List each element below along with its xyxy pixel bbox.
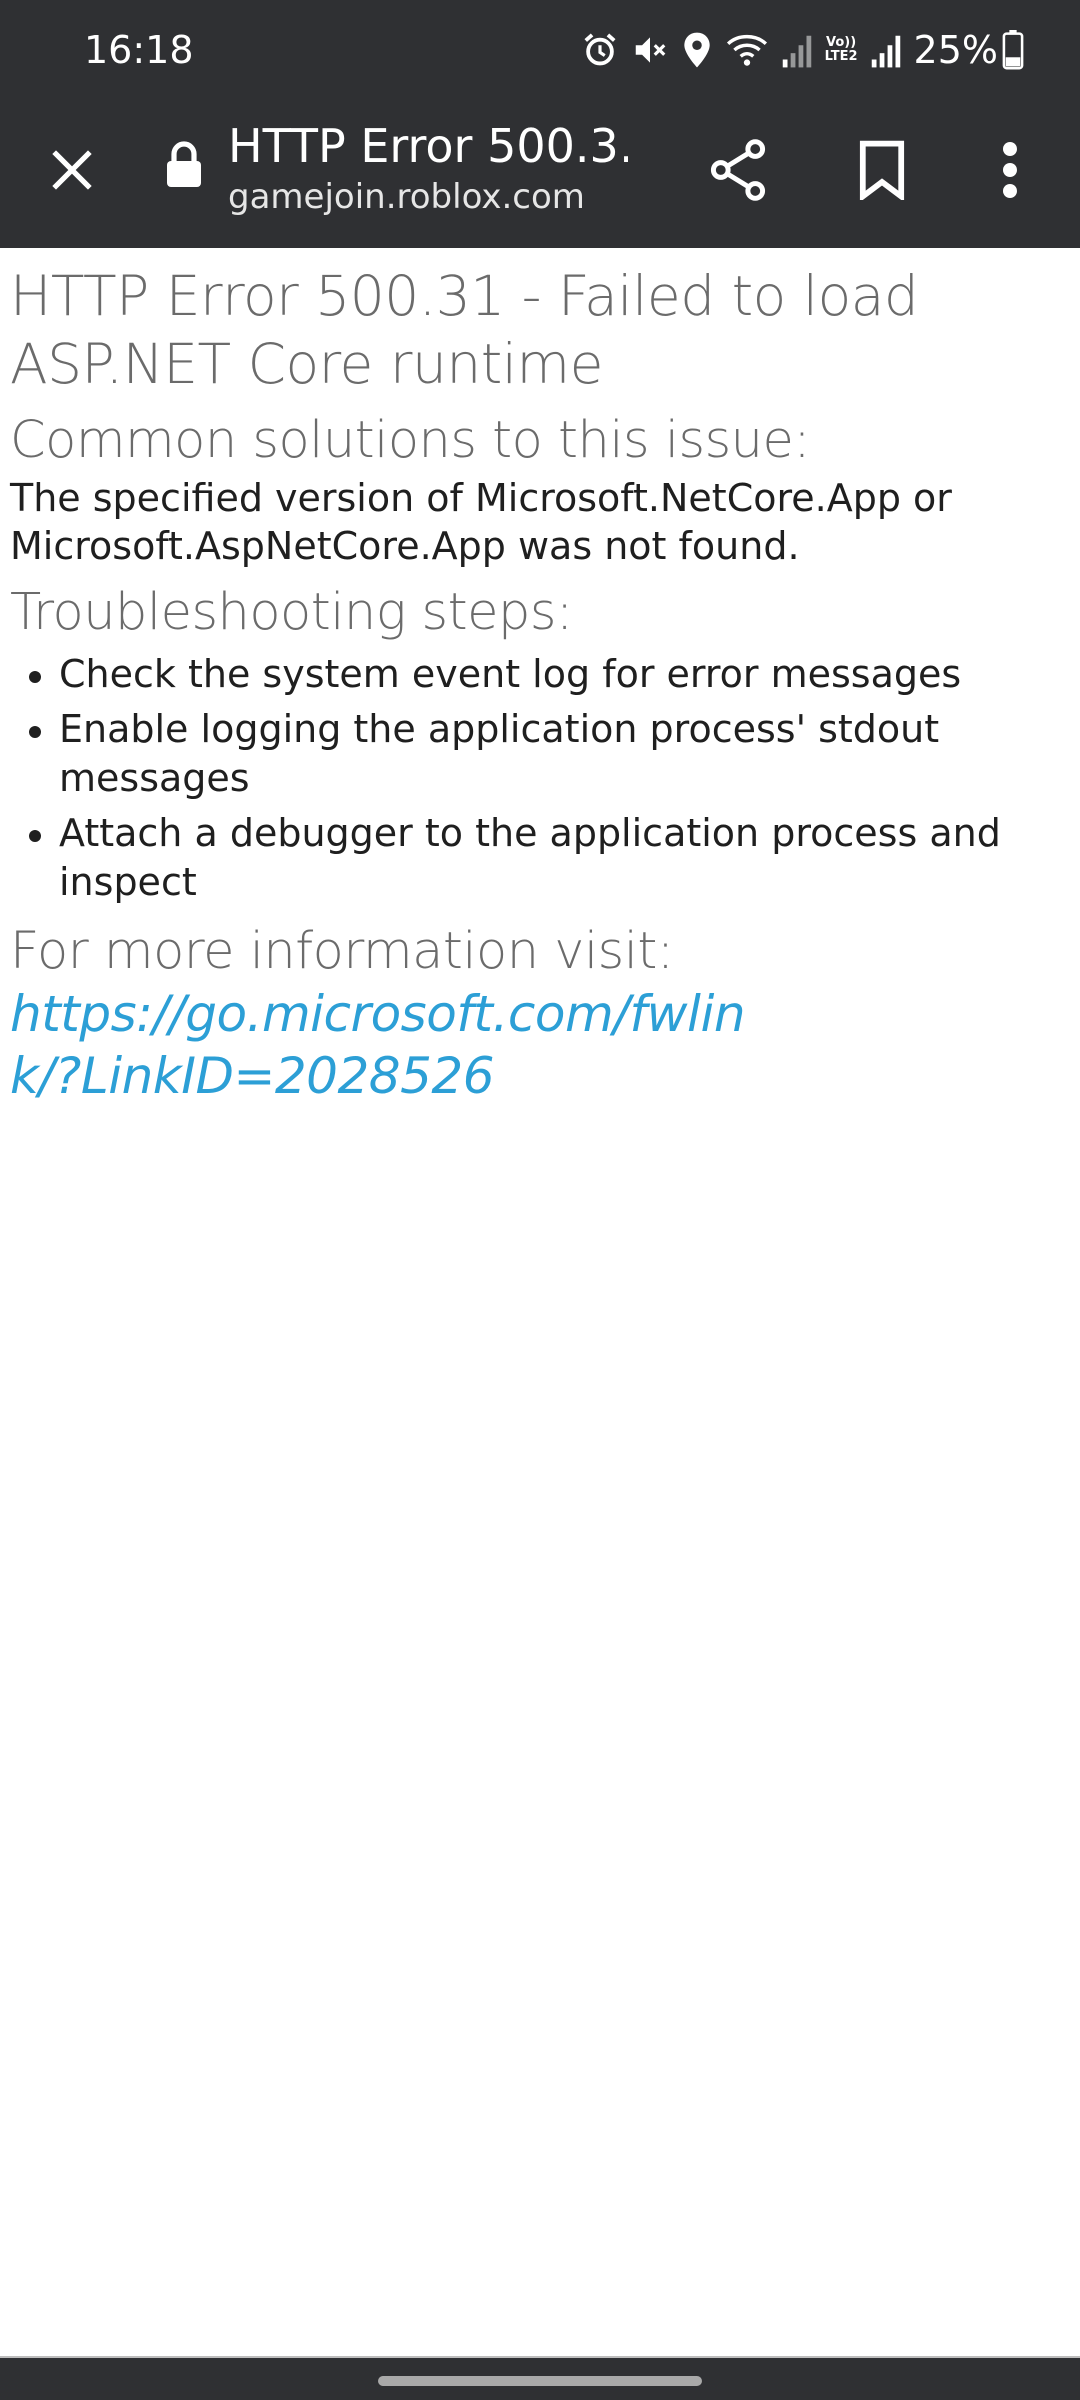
navigation-bar (0, 2356, 1080, 2400)
lock-icon (167, 141, 201, 187)
share-icon (710, 139, 766, 201)
battery-icon (1002, 30, 1024, 70)
alarm-icon (584, 33, 616, 66)
troubleshooting-heading: Troubleshooting steps: (10, 583, 573, 642)
custom-tab-toolbar: HTTP Error 500.3… gamejoin.roblox.com (0, 100, 1080, 248)
share-button[interactable] (700, 130, 776, 210)
status-time: 16:18 (84, 28, 194, 72)
status-icons: Vo)) LTE2 25% (569, 24, 1024, 76)
bookmark-icon (859, 140, 905, 200)
close-icon (52, 150, 92, 190)
page-title[interactable]: HTTP Error 500.3… (228, 114, 628, 178)
location-icon (683, 32, 710, 68)
page-content: HTTP Error 500.31 - Failed to load ASP.N… (10, 250, 1070, 1107)
microsoft-fwlink[interactable]: https://go.microsoft.com/fwlink/?LinkID=… (10, 983, 770, 1107)
more-info-heading: For more information visit: (10, 922, 674, 981)
list-item: Enable logging the application process' … (10, 705, 1070, 803)
close-button[interactable] (36, 134, 108, 206)
battery-percent: 25% (913, 28, 998, 72)
signal-icon (782, 35, 811, 68)
wifi-icon (726, 34, 767, 66)
solutions-heading: Common solutions to this issue: (10, 411, 811, 470)
signal-icon (871, 35, 900, 68)
home-gesture-handle[interactable] (378, 2376, 702, 2386)
solutions-text: The specified version of Microsoft.NetCo… (10, 476, 952, 568)
mute-icon (635, 37, 665, 63)
page-url[interactable]: gamejoin.roblox.com (228, 170, 628, 224)
status-bar: 16:18 Vo)) LTE2 25% (0, 0, 1080, 100)
error-heading: HTTP Error 500.31 - Failed to load ASP.N… (10, 264, 919, 396)
list-item: Attach a debugger to the application pro… (10, 809, 1070, 907)
bookmark-button[interactable] (844, 130, 920, 210)
volte-icon: Vo)) LTE2 (824, 35, 858, 64)
more-vert-icon (1003, 142, 1017, 198)
more-options-button[interactable] (980, 130, 1040, 210)
troubleshooting-list: Check the system event log for error mes… (10, 650, 1070, 907)
list-item: Check the system event log for error mes… (10, 650, 1070, 699)
